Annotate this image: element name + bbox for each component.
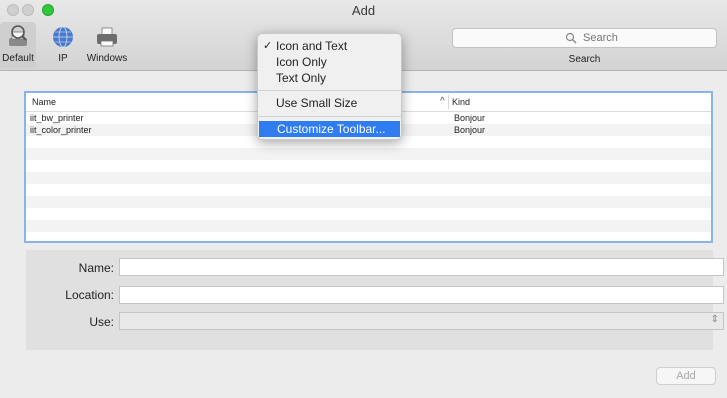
toolbar-default-button[interactable]: Default: [0, 22, 36, 68]
empty-row: [26, 172, 711, 184]
globe-icon: [53, 26, 73, 48]
menu-item-label: Text Only: [276, 71, 327, 85]
menu-item-label: Icon and Text: [276, 39, 348, 53]
printer-details-form: Name: Location: Use: ⇕: [26, 250, 724, 350]
use-label: Use:: [89, 315, 114, 329]
toolbar-context-menu: ✓ Icon and Text Icon Only Text Only Use …: [257, 33, 402, 140]
toolbar-windows-button[interactable]: Windows: [84, 22, 130, 68]
default-printer-icon: [9, 25, 27, 46]
empty-row: [26, 148, 711, 160]
location-label: Location:: [65, 288, 114, 302]
printer-name: iit_color_printer: [30, 125, 92, 135]
printer-kind: Bonjour: [454, 125, 486, 135]
search-field[interactable]: [452, 28, 717, 48]
empty-row: [26, 220, 711, 232]
menu-item-icon-only[interactable]: Icon Only: [258, 54, 401, 70]
window-title: Add: [351, 3, 376, 18]
column-header-name[interactable]: Name: [32, 97, 56, 107]
toolbar-ip-label: IP: [58, 53, 68, 64]
toolbar-windows-label: Windows: [86, 53, 128, 64]
updown-arrows-icon: ⇕: [710, 314, 719, 325]
use-select[interactable]: ⇕: [119, 312, 724, 330]
location-field[interactable]: [119, 286, 724, 304]
add-printer-window: Add Default IP Windows Search Search Nam…: [0, 0, 727, 398]
search-label: Search: [568, 54, 601, 65]
empty-row: [26, 208, 711, 220]
toolbar-ip-button[interactable]: IP: [46, 22, 80, 68]
search-icon: [565, 32, 577, 44]
empty-row: [26, 184, 711, 196]
empty-row: [26, 232, 711, 241]
menu-item-label: Customize Toolbar...: [277, 122, 386, 136]
printer-kind: Bonjour: [454, 113, 486, 123]
toolbar-default-label: Default: [2, 53, 34, 64]
search-input[interactable]: [583, 29, 703, 47]
column-divider[interactable]: [448, 95, 449, 109]
menu-item-use-small-size[interactable]: Use Small Size: [258, 95, 401, 111]
name-field[interactable]: [119, 258, 724, 276]
checkmark-icon: ✓: [263, 40, 273, 52]
printer-name: iit_bw_printer: [30, 113, 84, 123]
menu-item-text-only[interactable]: Text Only: [258, 70, 401, 86]
menu-separator: [258, 116, 401, 117]
sort-ascending-icon: ^: [440, 96, 445, 107]
empty-row: [26, 196, 711, 208]
empty-row: [26, 160, 711, 172]
printer-icon: [97, 27, 117, 47]
menu-item-icon-and-text[interactable]: ✓ Icon and Text: [258, 38, 401, 54]
menu-separator: [258, 90, 401, 91]
menu-item-label: Use Small Size: [276, 96, 358, 110]
add-button[interactable]: Add: [656, 367, 716, 385]
menu-item-label: Icon Only: [276, 55, 327, 69]
column-header-kind[interactable]: Kind: [452, 97, 470, 107]
name-label: Name:: [78, 261, 114, 275]
menu-item-customize-toolbar[interactable]: Customize Toolbar...: [259, 121, 400, 137]
